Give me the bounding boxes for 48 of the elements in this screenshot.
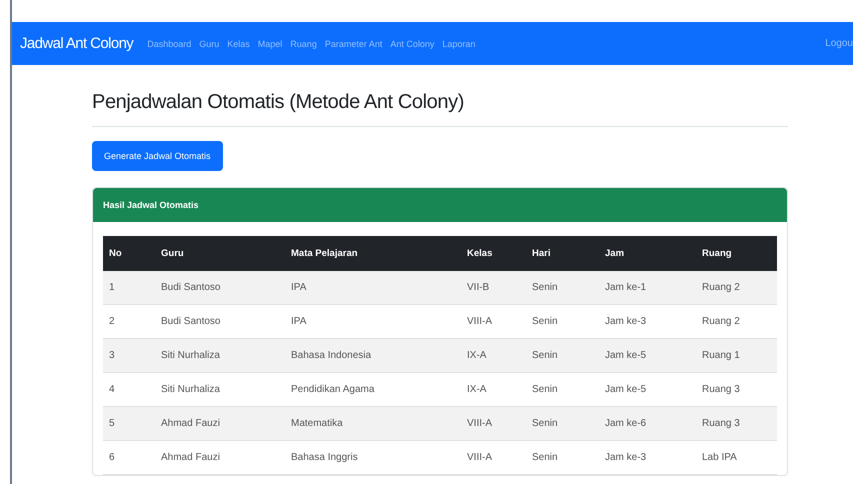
nav-link[interactable]: Ruang: [290, 38, 317, 48]
column-header: No: [103, 236, 155, 271]
table-cell: VII-B: [461, 271, 526, 304]
table-cell: Jam ke-6: [599, 406, 696, 440]
table-cell: Ahmad Fauzi: [155, 406, 285, 440]
table-cell: VIII-A: [461, 406, 526, 440]
card-header: Hasil Jadwal Otomatis: [93, 188, 787, 222]
table-cell: Senin: [526, 271, 599, 304]
column-header: Ruang: [696, 236, 777, 271]
nav-link[interactable]: Kelas: [227, 38, 250, 48]
table-cell: VIII-A: [461, 440, 526, 474]
table-cell: Matematika: [285, 406, 461, 440]
page-title: Penjadwalan Otomatis (Metode Ant Colony): [92, 91, 465, 114]
table-cell: Ruang 1: [696, 338, 777, 372]
nav-link[interactable]: Ant Colony: [390, 38, 434, 48]
table-cell: Siti Nurhaliza: [155, 338, 285, 372]
table-cell: Jam ke-1: [599, 271, 696, 304]
column-header: Jam: [599, 236, 696, 271]
table-cell: Jam ke-3: [599, 440, 696, 474]
column-header: Hari: [526, 236, 599, 271]
table-cell: Ruang 3: [696, 406, 777, 440]
nav-link[interactable]: Laporan: [442, 38, 476, 48]
table-cell: Ahmad Fauzi: [155, 440, 285, 474]
table-cell: Budi Santoso: [155, 271, 285, 304]
table-cell: Senin: [526, 440, 599, 474]
nav-link[interactable]: Dashboard: [147, 38, 192, 48]
logout-link[interactable]: Logou: [825, 38, 853, 49]
table-cell: Ruang 2: [696, 271, 777, 304]
generate-button[interactable]: Generate Jadwal Otomatis: [92, 141, 223, 171]
nav-link[interactable]: Parameter Ant: [324, 38, 382, 48]
table-cell: 3: [103, 338, 155, 372]
nav-link[interactable]: Guru: [199, 38, 220, 48]
table-cell: IX-A: [461, 338, 526, 372]
column-header: Guru: [155, 236, 285, 271]
table-cell: Senin: [526, 338, 599, 372]
table-cell: IPA: [285, 271, 461, 304]
table-cell: Bahasa Indonesia: [285, 338, 461, 372]
table-cell: 1: [103, 271, 155, 304]
nav-link[interactable]: Mapel: [258, 38, 282, 48]
brand-link[interactable]: Jadwal Ant Colony: [20, 35, 134, 52]
table-cell: Senin: [526, 406, 599, 440]
table-cell: 6: [103, 440, 155, 474]
table-cell: Jam ke-5: [599, 338, 696, 372]
column-header: Kelas: [461, 236, 526, 271]
table-cell: Lab IPA: [696, 440, 777, 474]
column-header: Mata Pelajaran: [285, 236, 461, 271]
table-cell: Bahasa Inggris: [285, 440, 461, 474]
table-cell: 5: [103, 406, 155, 440]
